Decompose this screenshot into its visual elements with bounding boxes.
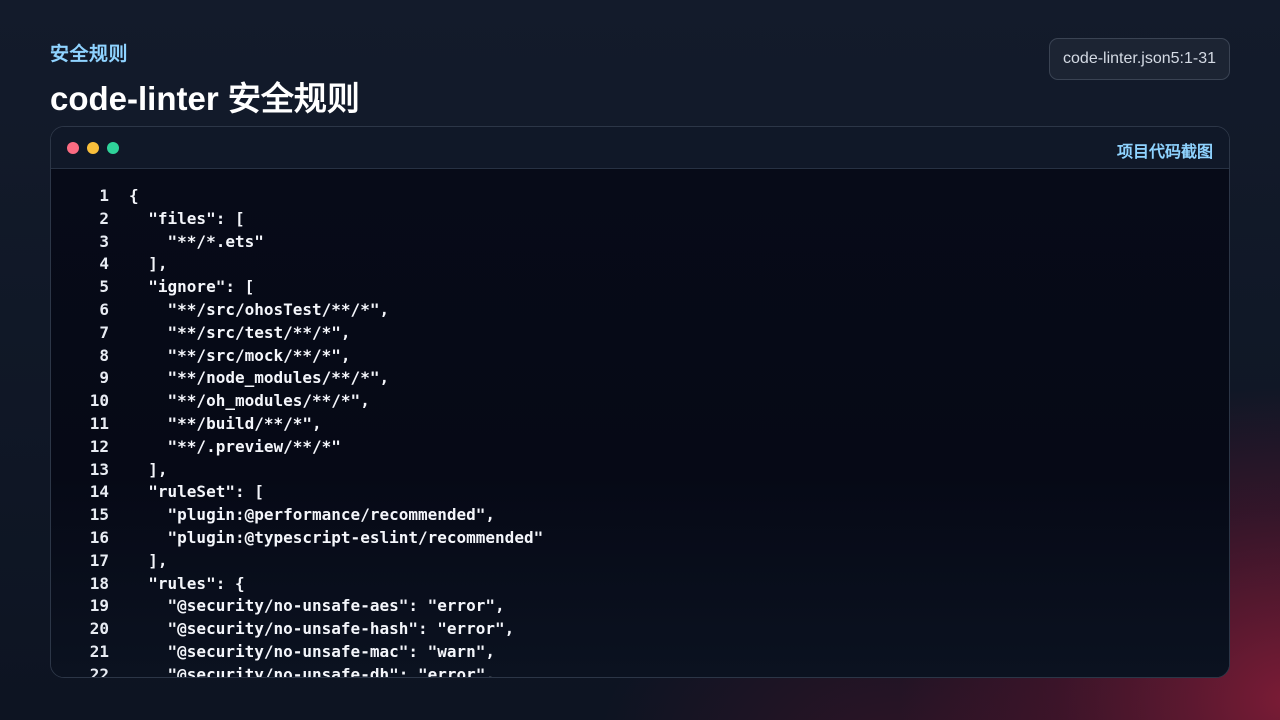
line-number: 19: [89, 596, 109, 616]
line-number: 14: [89, 482, 109, 502]
code-line: 12 "**/.preview/**/*": [51, 436, 1229, 459]
window-title-bar: 项目代码截图: [51, 127, 1229, 169]
code-window: 项目代码截图 1{2 "files": [3 "**/*.ets" 4 ], 5 "…: [50, 126, 1230, 678]
code-text: "**/src/mock/**/*",: [129, 345, 351, 365]
code-text: "@security/no-unsafe-dh": "error",: [129, 664, 496, 677]
line-number: 17: [89, 550, 109, 570]
line-number: 9: [99, 368, 109, 388]
line-number: 10: [89, 391, 109, 411]
code-text: "plugin:@typescript-eslint/recommended": [129, 527, 544, 547]
code-text: {: [129, 186, 139, 205]
line-number: 22: [89, 664, 109, 677]
code-text: "rules": {: [129, 573, 245, 593]
code-line: 18 "rules": {: [51, 573, 1229, 596]
line-number: 16: [89, 527, 109, 547]
code-text: "**/*.ets": [129, 231, 264, 251]
line-number: 12: [89, 436, 109, 456]
line-number: 4: [99, 254, 109, 274]
code-line: 7 "**/src/test/**/*",: [51, 322, 1229, 345]
code-line: 1{: [51, 185, 1229, 208]
code-line: 10 "**/oh_modules/**/*",: [51, 390, 1229, 413]
code-line: 5 "ignore": [: [51, 276, 1229, 299]
code-text: "@security/no-unsafe-hash": "error",: [129, 619, 515, 639]
code-line: 16 "plugin:@typescript-eslint/recommende…: [51, 527, 1229, 550]
line-number: 1: [99, 186, 109, 205]
code-line: 11 "**/build/**/*",: [51, 413, 1229, 436]
line-number: 8: [99, 345, 109, 365]
line-number: 5: [99, 277, 109, 297]
line-number: 3: [99, 231, 109, 251]
code-text: "**/build/**/*",: [129, 413, 322, 433]
code-line: 15 "plugin:@performance/recommended",: [51, 504, 1229, 527]
code-text: ],: [129, 254, 168, 274]
line-number: 18: [89, 573, 109, 593]
code-line: 21 "@security/no-unsafe-mac": "warn",: [51, 641, 1229, 664]
code-line: 8 "**/src/mock/**/*",: [51, 345, 1229, 368]
window-minimize-dot: [87, 142, 99, 154]
window-close-dot: [67, 142, 79, 154]
line-number: 13: [89, 459, 109, 479]
code-line: 20 "@security/no-unsafe-hash": "error",: [51, 618, 1229, 641]
code-line: 9 "**/node_modules/**/*",: [51, 367, 1229, 390]
page-title: code-linter 安全规则: [50, 80, 360, 117]
code-text: "files": [: [129, 208, 245, 228]
file-reference-badge: code-linter.json5:1-31: [1049, 38, 1230, 80]
code-line: 19 "@security/no-unsafe-aes": "error",: [51, 595, 1229, 618]
line-number: 7: [99, 322, 109, 342]
line-number: 2: [99, 208, 109, 228]
line-number: 15: [89, 505, 109, 525]
code-line: 14 "ruleSet": [: [51, 481, 1229, 504]
code-text: "**/src/test/**/*",: [129, 322, 351, 342]
line-number: 20: [89, 619, 109, 639]
code-text: "@security/no-unsafe-aes": "error",: [129, 596, 505, 616]
code-text: ],: [129, 459, 168, 479]
code-text: "**/src/ohosTest/**/*",: [129, 299, 390, 319]
code-text: ],: [129, 550, 168, 570]
code-line: 22 "@security/no-unsafe-dh": "error",: [51, 664, 1229, 677]
code-text: "ruleSet": [: [129, 482, 264, 502]
code-text: "plugin:@performance/recommended",: [129, 505, 496, 525]
code-line: 4 ],: [51, 253, 1229, 276]
window-maximize-dot: [107, 142, 119, 154]
code-text: "**/oh_modules/**/*",: [129, 391, 370, 411]
window-label: 项目代码截图: [1116, 144, 1213, 161]
code-text: "@security/no-unsafe-mac": "warn",: [129, 641, 496, 661]
section-kicker: 安全规则: [50, 44, 129, 65]
code-line: 3 "**/*.ets": [51, 231, 1229, 254]
code-line: 2 "files": [: [51, 208, 1229, 231]
code-line: 6 "**/src/ohosTest/**/*",: [51, 299, 1229, 322]
line-number: 11: [89, 413, 109, 433]
code-line: 13 ],: [51, 459, 1229, 482]
code-text: "**/.preview/**/*": [129, 436, 341, 456]
line-number: 21: [89, 641, 109, 661]
code-editor: 1{2 "files": [3 "**/*.ets" 4 ], 5 "ignore"…: [51, 170, 1229, 677]
code-line: 17 ],: [51, 550, 1229, 573]
line-number: 6: [99, 299, 109, 319]
code-text: "**/node_modules/**/*",: [129, 368, 390, 388]
code-text: "ignore": [: [129, 277, 255, 297]
